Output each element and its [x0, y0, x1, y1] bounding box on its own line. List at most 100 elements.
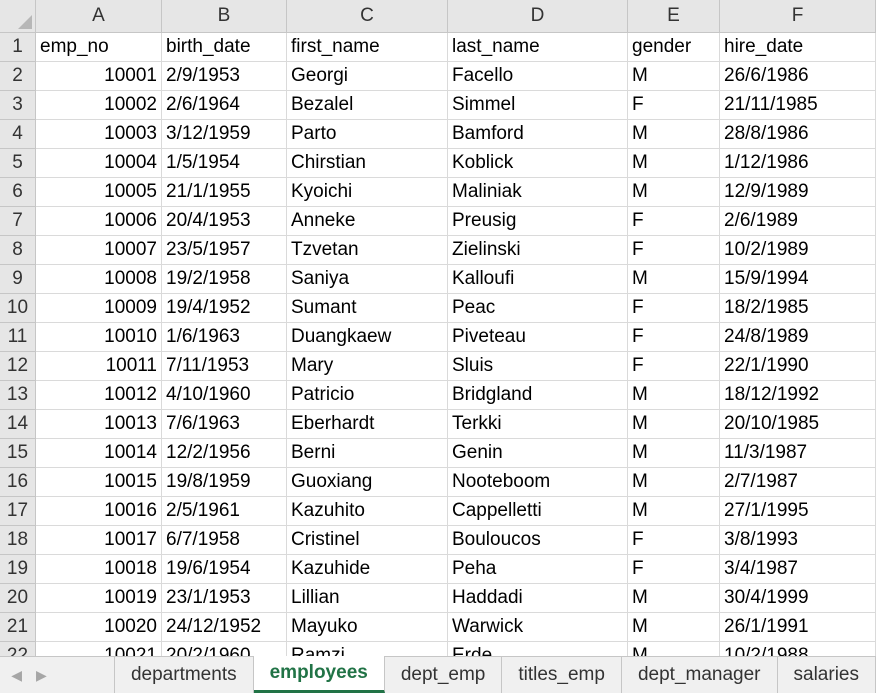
cell-a21[interactable]: 10020 — [36, 613, 162, 642]
cell-c16[interactable]: Guoxiang — [287, 468, 448, 497]
cell-f2[interactable]: 26/6/1986 — [720, 62, 876, 91]
cell-c14[interactable]: Eberhardt — [287, 410, 448, 439]
row-header[interactable]: 9 — [0, 265, 36, 294]
column-header-b[interactable]: B — [162, 0, 287, 33]
cell-b18[interactable]: 6/7/1958 — [162, 526, 287, 555]
cell-d13[interactable]: Bridgland — [448, 381, 628, 410]
cell-f13[interactable]: 18/12/1992 — [720, 381, 876, 410]
cell-b7[interactable]: 20/4/1953 — [162, 207, 287, 236]
cell-d21[interactable]: Warwick — [448, 613, 628, 642]
cell-e6[interactable]: M — [628, 178, 720, 207]
cell-c21[interactable]: Mayuko — [287, 613, 448, 642]
sheet-tab-dept-manager[interactable]: dept_manager — [622, 657, 778, 693]
cell-d19[interactable]: Peha — [448, 555, 628, 584]
sheet-tab-titles-emp[interactable]: titles_emp — [502, 657, 622, 693]
cell-f7[interactable]: 2/6/1989 — [720, 207, 876, 236]
cell-b13[interactable]: 4/10/1960 — [162, 381, 287, 410]
cell-c8[interactable]: Tzvetan — [287, 236, 448, 265]
cell-e11[interactable]: F — [628, 323, 720, 352]
row-header[interactable]: 13 — [0, 381, 36, 410]
cell-f19[interactable]: 3/4/1987 — [720, 555, 876, 584]
cell-c15[interactable]: Berni — [287, 439, 448, 468]
cell-b21[interactable]: 24/12/1952 — [162, 613, 287, 642]
row-header[interactable]: 20 — [0, 584, 36, 613]
row-header[interactable]: 4 — [0, 120, 36, 149]
cell-f11[interactable]: 24/8/1989 — [720, 323, 876, 352]
cell-e12[interactable]: F — [628, 352, 720, 381]
cell-b6[interactable]: 21/1/1955 — [162, 178, 287, 207]
cell-b19[interactable]: 19/6/1954 — [162, 555, 287, 584]
cell-d6[interactable]: Maliniak — [448, 178, 628, 207]
cell-f5[interactable]: 1/12/1986 — [720, 149, 876, 178]
row-header[interactable]: 18 — [0, 526, 36, 555]
cell-d1[interactable]: last_name — [448, 33, 628, 62]
cell-d12[interactable]: Sluis — [448, 352, 628, 381]
cell-d9[interactable]: Kalloufi — [448, 265, 628, 294]
row-header[interactable]: 12 — [0, 352, 36, 381]
cell-e7[interactable]: F — [628, 207, 720, 236]
cell-e8[interactable]: F — [628, 236, 720, 265]
cell-b14[interactable]: 7/6/1963 — [162, 410, 287, 439]
cell-a13[interactable]: 10012 — [36, 381, 162, 410]
cell-c4[interactable]: Parto — [287, 120, 448, 149]
column-header-e[interactable]: E — [628, 0, 720, 33]
cell-d16[interactable]: Nooteboom — [448, 468, 628, 497]
cell-b11[interactable]: 1/6/1963 — [162, 323, 287, 352]
row-header[interactable]: 8 — [0, 236, 36, 265]
row-header[interactable]: 6 — [0, 178, 36, 207]
cell-d14[interactable]: Terkki — [448, 410, 628, 439]
cell-e13[interactable]: M — [628, 381, 720, 410]
cell-e5[interactable]: M — [628, 149, 720, 178]
cell-e2[interactable]: M — [628, 62, 720, 91]
row-header[interactable]: 5 — [0, 149, 36, 178]
cell-c2[interactable]: Georgi — [287, 62, 448, 91]
cell-b22[interactable]: 20/2/1960 — [162, 642, 287, 656]
cell-a4[interactable]: 10003 — [36, 120, 162, 149]
cell-f16[interactable]: 2/7/1987 — [720, 468, 876, 497]
cell-a5[interactable]: 10004 — [36, 149, 162, 178]
scroll-tabs-left-icon[interactable]: ◀ — [11, 667, 22, 684]
column-header-a[interactable]: A — [36, 0, 162, 33]
cell-f8[interactable]: 10/2/1989 — [720, 236, 876, 265]
cell-b8[interactable]: 23/5/1957 — [162, 236, 287, 265]
cell-b9[interactable]: 19/2/1958 — [162, 265, 287, 294]
cell-c12[interactable]: Mary — [287, 352, 448, 381]
cell-e14[interactable]: M — [628, 410, 720, 439]
row-header[interactable]: 16 — [0, 468, 36, 497]
row-header[interactable]: 1 — [0, 33, 36, 62]
cell-a16[interactable]: 10015 — [36, 468, 162, 497]
sheet-tab-dept-emp[interactable]: dept_emp — [385, 657, 503, 693]
cell-b17[interactable]: 2/5/1961 — [162, 497, 287, 526]
cell-e10[interactable]: F — [628, 294, 720, 323]
cell-b12[interactable]: 7/11/1953 — [162, 352, 287, 381]
cell-f14[interactable]: 20/10/1985 — [720, 410, 876, 439]
cell-e9[interactable]: M — [628, 265, 720, 294]
sheet-tab-salaries[interactable]: salaries — [778, 657, 876, 693]
cell-c6[interactable]: Kyoichi — [287, 178, 448, 207]
cell-a6[interactable]: 10005 — [36, 178, 162, 207]
cell-b10[interactable]: 19/4/1952 — [162, 294, 287, 323]
cell-f21[interactable]: 26/1/1991 — [720, 613, 876, 642]
cell-f1[interactable]: hire_date — [720, 33, 876, 62]
cell-a15[interactable]: 10014 — [36, 439, 162, 468]
cell-d20[interactable]: Haddadi — [448, 584, 628, 613]
cell-b1[interactable]: birth_date — [162, 33, 287, 62]
cell-f22[interactable]: 10/2/1988 — [720, 642, 876, 656]
sheet-tab-departments[interactable]: departments — [115, 657, 254, 693]
cell-a12[interactable]: 10011 — [36, 352, 162, 381]
cell-a1[interactable]: emp_no — [36, 33, 162, 62]
cell-a3[interactable]: 10002 — [36, 91, 162, 120]
cell-f4[interactable]: 28/8/1986 — [720, 120, 876, 149]
cell-a17[interactable]: 10016 — [36, 497, 162, 526]
cell-b3[interactable]: 2/6/1964 — [162, 91, 287, 120]
row-header[interactable]: 7 — [0, 207, 36, 236]
cell-f3[interactable]: 21/11/1985 — [720, 91, 876, 120]
cell-c10[interactable]: Sumant — [287, 294, 448, 323]
cell-a14[interactable]: 10013 — [36, 410, 162, 439]
cell-c18[interactable]: Cristinel — [287, 526, 448, 555]
cell-f15[interactable]: 11/3/1987 — [720, 439, 876, 468]
cell-b5[interactable]: 1/5/1954 — [162, 149, 287, 178]
cell-c22[interactable]: Ramzi — [287, 642, 448, 656]
cell-a18[interactable]: 10017 — [36, 526, 162, 555]
cell-d5[interactable]: Koblick — [448, 149, 628, 178]
